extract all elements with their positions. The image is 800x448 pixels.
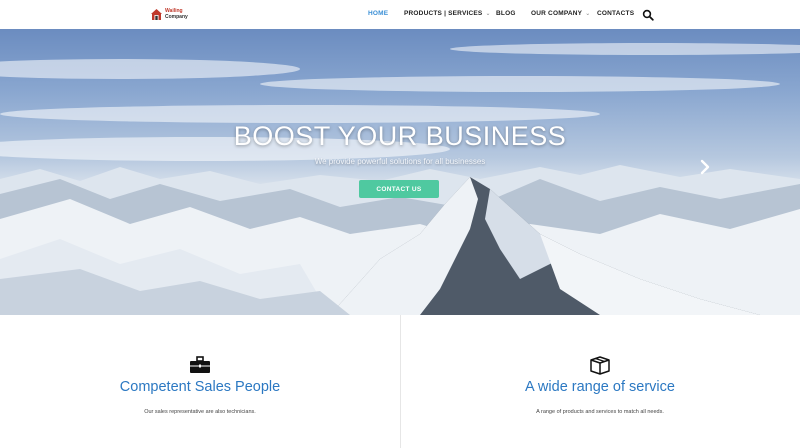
feature-sales-people: Competent Sales People Our sales represe… bbox=[0, 315, 400, 448]
feature-text: A range of products and services to matc… bbox=[536, 409, 664, 415]
feature-title: A wide range of service bbox=[525, 379, 675, 395]
logo-company: Company bbox=[165, 13, 188, 20]
nav-home-label: HOME bbox=[368, 10, 389, 17]
hero-title: BOOST YOUR BUSINESS bbox=[233, 121, 567, 151]
feature-title: Competent Sales People bbox=[119, 379, 281, 395]
nav-blog-label: BLOG bbox=[496, 10, 516, 17]
logo[interactable]: Wailing Company bbox=[150, 6, 188, 23]
logo-text: Wailing Company bbox=[165, 8, 188, 20]
features-section: Competent Sales People Our sales represe… bbox=[0, 315, 800, 448]
hero-subtitle: We provide powerful solutions for all bu… bbox=[314, 157, 486, 166]
feature-text: Our sales representative are also techni… bbox=[144, 409, 256, 415]
nav-company-label: OUR COMPANY bbox=[531, 10, 583, 17]
nav-home[interactable]: HOME bbox=[368, 10, 388, 17]
chevron-right-icon[interactable] bbox=[699, 159, 711, 175]
hero-slider: BOOST YOUR BUSINESS We provide powerful … bbox=[0, 29, 800, 315]
briefcase-icon bbox=[190, 356, 210, 373]
mountain-background-image bbox=[0, 43, 800, 315]
nav-products-label: PRODUCTS | SERVICES bbox=[404, 10, 483, 17]
nav-our-company[interactable]: OUR COMPANY ⌄ bbox=[531, 10, 590, 17]
nav-products-services[interactable]: PRODUCTS | SERVICES ⌄ bbox=[404, 10, 491, 17]
nav-contacts[interactable]: CONTACTS bbox=[597, 10, 634, 17]
search-icon[interactable] bbox=[642, 9, 654, 21]
site-header: Wailing Company HOME PRODUCTS | SERVICES… bbox=[0, 0, 800, 29]
chevron-down-icon: ⌄ bbox=[585, 11, 591, 17]
nav-blog[interactable]: BLOG bbox=[496, 10, 516, 17]
nav-contacts-label: CONTACTS bbox=[597, 10, 635, 17]
feature-range-of-service: A wide range of service A range of produ… bbox=[400, 315, 800, 448]
box-icon bbox=[590, 356, 610, 375]
house-logo-icon bbox=[151, 9, 162, 20]
contact-us-button[interactable]: CONTACT US bbox=[359, 180, 439, 198]
chevron-down-icon: ⌄ bbox=[485, 11, 491, 17]
